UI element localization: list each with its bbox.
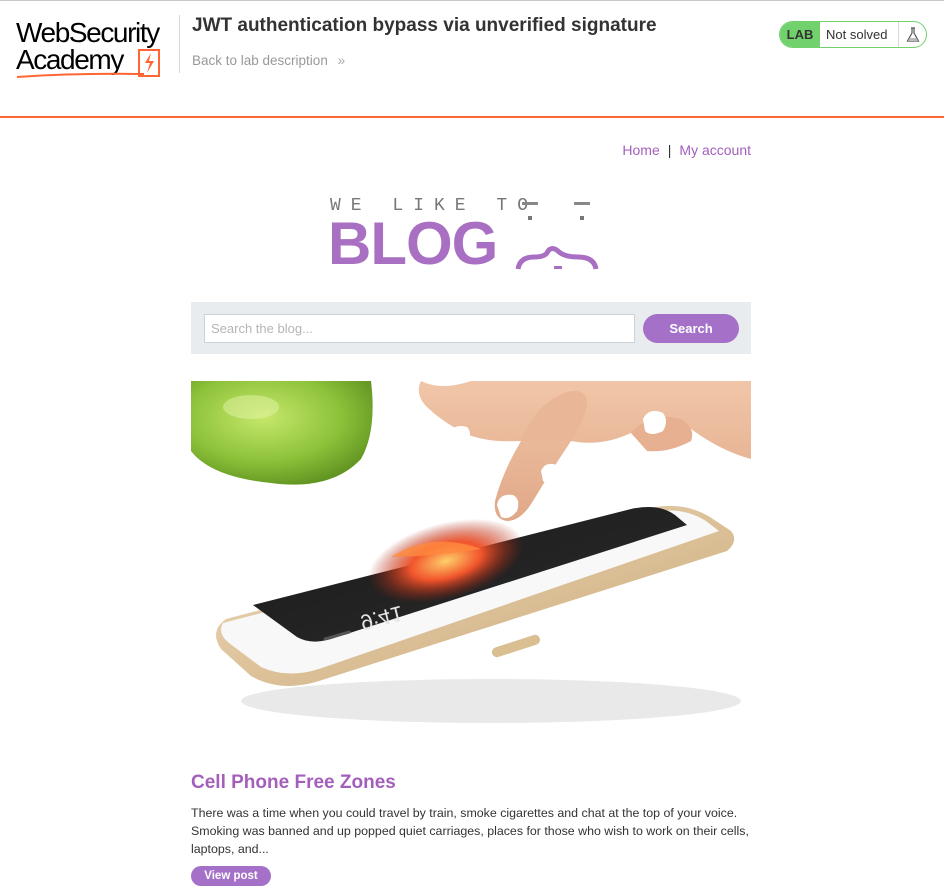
my-account-link[interactable]: My account — [679, 142, 751, 158]
logo-line-1: WebSecurity — [16, 17, 160, 48]
home-link[interactable]: Home — [622, 142, 659, 158]
academy-header: WebSecurity Academy JWT authentication b… — [0, 0, 944, 118]
lab-badge: LAB — [780, 22, 820, 47]
blog-banner: WE LIKE TO BLOG — [328, 196, 618, 276]
back-to-lab-description-link[interactable]: Back to lab description » — [192, 53, 345, 68]
lab-status-widget[interactable]: LAB Not solved — [779, 21, 927, 48]
lab-status-text: Not solved — [826, 27, 888, 42]
post-image[interactable]: 9:41 — [191, 381, 751, 753]
logo-line-2: Academy — [16, 44, 124, 75]
lab-title: JWT authentication bypass via unverified… — [192, 15, 657, 36]
web-security-academy-logo[interactable]: WebSecurity Academy — [16, 15, 176, 81]
logo-swoosh — [16, 72, 145, 78]
post-summary: There was a time when you could travel b… — [191, 806, 749, 856]
back-link-label: Back to lab description — [192, 53, 328, 68]
view-post-button[interactable]: View post — [191, 866, 271, 886]
chevron-double-right-icon: » — [337, 53, 346, 68]
banner-title: BLOG — [328, 210, 498, 277]
phone-on-table-illustration: 9:41 — [191, 381, 751, 753]
blog-face-icon — [515, 202, 599, 270]
search-bar: Search — [191, 302, 751, 354]
post-title[interactable]: Cell Phone Free Zones — [191, 772, 396, 794]
header-divider — [179, 15, 180, 73]
blog-top-nav: Home | My account — [622, 142, 751, 158]
search-button[interactable]: Search — [643, 314, 739, 343]
nav-separator: | — [667, 142, 672, 158]
flask-icon[interactable] — [898, 22, 926, 47]
search-input[interactable] — [204, 314, 635, 343]
